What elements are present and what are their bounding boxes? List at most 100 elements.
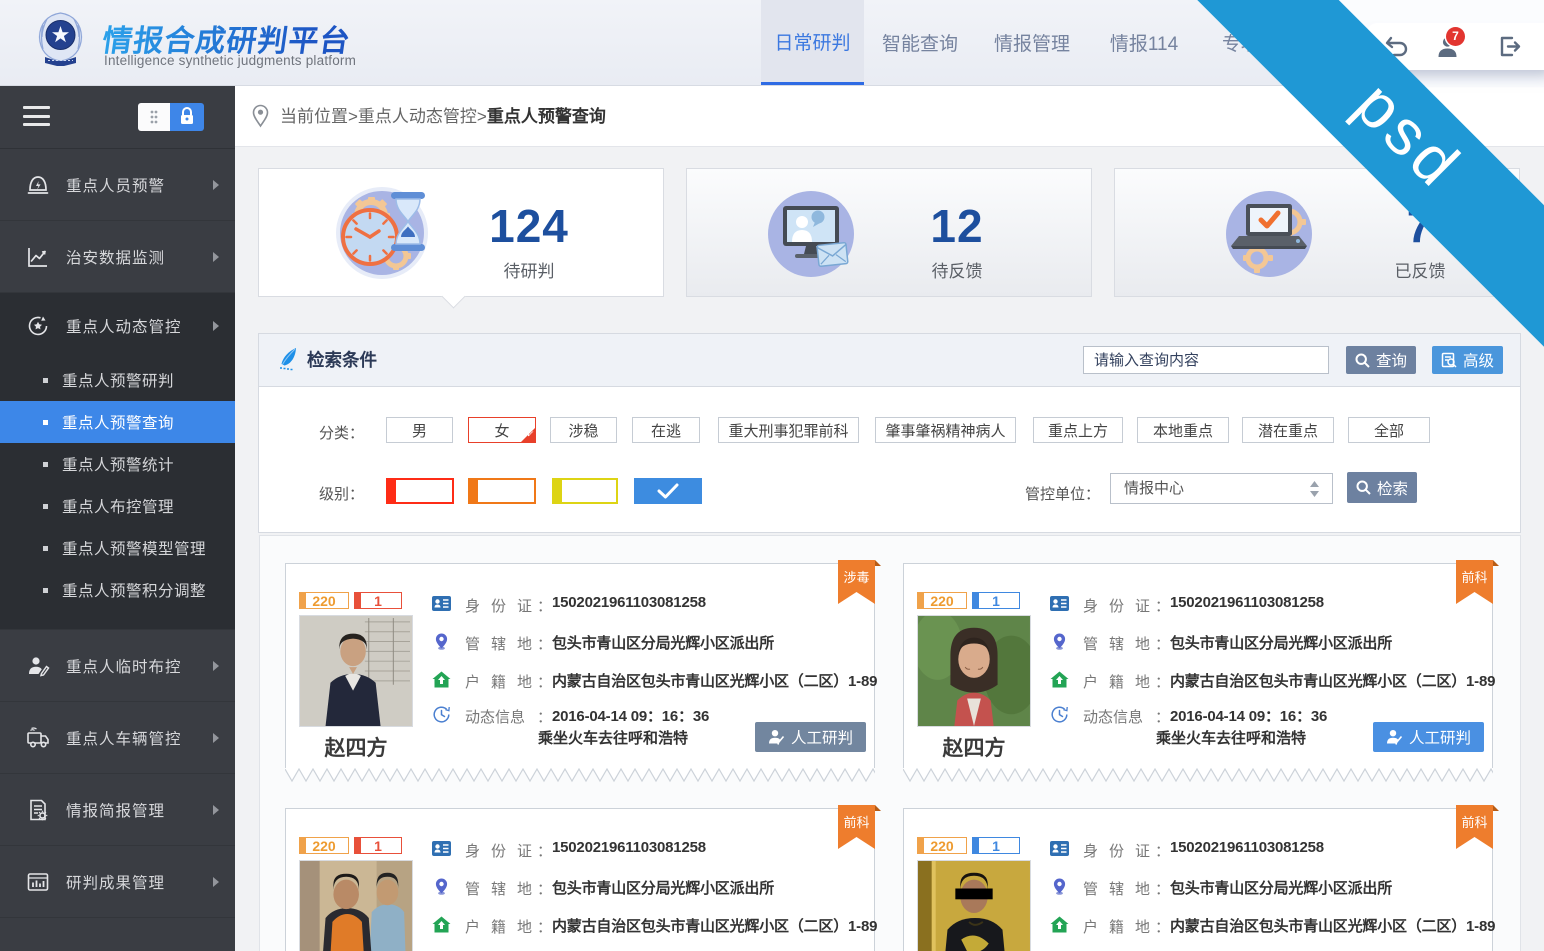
advanced-button[interactable]: 高级 — [1432, 346, 1503, 374]
category-male[interactable]: 男 — [386, 417, 453, 443]
sq — [43, 420, 48, 425]
submenu-item-model-manage[interactable]: 重点人预警模型管理 — [0, 527, 235, 569]
level-yellow[interactable] — [552, 478, 618, 504]
jurisdiction-text: 管辖地 — [1083, 633, 1161, 654]
alarm-icon — [26, 173, 50, 197]
label-text: 重点人车辆管控 — [66, 727, 182, 749]
sidebar-item-vehicle-control[interactable]: 重点人车辆管控 — [0, 702, 235, 774]
unit-select[interactable]: 情报中心 — [1110, 473, 1333, 504]
compass-star-icon — [26, 314, 50, 338]
chevron-right-icon — [213, 321, 219, 331]
ribbon-text: 前科 — [1456, 812, 1493, 831]
stat-card-pending-feedback[interactable]: 12 待反馈 — [686, 168, 1092, 297]
label-text: 男 — [412, 420, 427, 441]
query-button[interactable]: 查询 — [1346, 346, 1416, 374]
submenu-item-warning-judgment[interactable]: 重点人预警研判 — [0, 359, 235, 401]
notification-badge[interactable]: 7 — [1446, 27, 1465, 46]
stat-card-pending-judgment[interactable]: 124 待研判 — [258, 168, 664, 297]
sidebar-item-temp-control[interactable]: 重点人临时布控 — [0, 630, 235, 702]
stat-card-pointer — [441, 284, 465, 308]
dynamic-time-text: 2016-04-14 09：16：36 — [552, 705, 709, 726]
id-text: 身份证 — [465, 840, 543, 861]
label-text: 本地重点 — [1153, 420, 1213, 441]
category-female[interactable]: 女 — [468, 417, 536, 443]
logout-icon[interactable] — [1496, 34, 1521, 59]
manual-judgment-button[interactable]: 人工研判 — [755, 722, 866, 752]
stat-value: 12 — [857, 199, 1057, 253]
submenu-item-control-manage[interactable]: 重点人布控管理 — [0, 485, 235, 527]
id-card-icon — [1050, 595, 1069, 612]
hamburger-menu-icon[interactable] — [23, 106, 50, 128]
category-unstable[interactable]: 涉稳 — [550, 417, 617, 443]
sq — [43, 504, 48, 509]
category-potential-key[interactable]: 潜在重点 — [1242, 417, 1334, 443]
registry-text: 户籍地 — [465, 671, 543, 692]
chevron-right-icon — [213, 252, 219, 262]
sidebar-item-briefing-manage[interactable]: 情报简报管理 — [0, 774, 235, 846]
dynamic-description: 乘坐火车去往呼和浩特 — [538, 727, 688, 748]
nav-tab-intel-114[interactable]: 情报114 — [1088, 0, 1200, 85]
grip-icon — [138, 103, 170, 131]
sidebar-item-dynamic-control[interactable]: 重点人动态管控 — [0, 293, 235, 359]
level-blue[interactable] — [634, 478, 702, 504]
person-photo — [917, 615, 1031, 727]
id-text: 1502021961103081258 — [1170, 839, 1324, 856]
id-card-icon — [432, 595, 451, 612]
nav-tab-smart-query[interactable]: 智能查询 — [864, 0, 976, 85]
label-text: 治安数据监测 — [66, 246, 165, 268]
results-panel: 220 1 赵四方 身份证： 1502021961103081258 — [259, 535, 1521, 951]
label-text: 全部 — [1374, 420, 1404, 441]
label-text: 在逃 — [651, 420, 681, 441]
feather-pen-icon — [278, 347, 300, 371]
nav-tab-intel-manage[interactable]: 情报管理 — [976, 0, 1088, 85]
registry-text: 内蒙古自治区包头市青山区光辉小区（二区）1-89 — [1170, 915, 1495, 936]
colon-text: ： — [1155, 878, 1170, 899]
sidebar-item-results-manage[interactable]: 研判成果管理 — [0, 846, 235, 918]
label-text: 重点人预警积分调整 — [62, 579, 206, 601]
person-edit-icon — [26, 654, 50, 678]
score-badge: 220 — [299, 592, 349, 609]
level-stripe — [554, 480, 562, 502]
sidebar-lock-toggle[interactable] — [138, 103, 204, 131]
level-red[interactable] — [386, 478, 454, 504]
submenu-item-score-adjust[interactable]: 重点人预警积分调整 — [0, 569, 235, 611]
category-all[interactable]: 全部 — [1348, 417, 1430, 443]
map-pin-icon — [1050, 633, 1069, 650]
registry-text: 内蒙古自治区包头市青山区光辉小区（二区）1-89 — [552, 670, 877, 691]
category-mental[interactable]: 肇事肇祸精神病人 — [875, 417, 1016, 443]
category-key-above[interactable]: 重点上方 — [1033, 417, 1123, 443]
level-orange[interactable] — [468, 478, 536, 504]
manual-judgment-button[interactable]: 人工研判 — [1373, 722, 1484, 752]
search-input[interactable] — [1083, 346, 1329, 374]
label-text: 重点人预警统计 — [62, 453, 174, 475]
submenu-item-warning-stats[interactable]: 重点人预警统计 — [0, 443, 235, 485]
count-badge: 1 — [972, 837, 1020, 854]
location-pin-icon — [252, 104, 269, 128]
category-local-key[interactable]: 本地重点 — [1137, 417, 1229, 443]
span — [23, 106, 50, 109]
search-button[interactable]: 检索 — [1347, 472, 1417, 503]
submenu-item-warning-query[interactable]: 重点人预警查询 — [0, 401, 235, 443]
category-fugitive[interactable]: 在逃 — [632, 417, 700, 443]
colon-text: ： — [1155, 633, 1170, 654]
category-major-crime[interactable]: 重大刑事犯罪前科 — [718, 417, 859, 443]
stripe — [973, 593, 979, 608]
map-pin-icon — [432, 878, 451, 895]
sidebar-item-personnel-warning[interactable]: 重点人员预警 — [0, 149, 235, 221]
registry-text: 户籍地 — [465, 916, 543, 937]
span — [23, 123, 50, 126]
chevron-right-icon — [213, 877, 219, 887]
badge2-text: 1 — [374, 593, 382, 609]
colon-text: ： — [537, 671, 552, 692]
monitor-mail-icon — [761, 184, 861, 284]
id-text: 身份证 — [1083, 595, 1161, 616]
clock-hourglass-icon — [333, 184, 433, 284]
ribbon-text: 前科 — [1456, 567, 1493, 586]
sidebar-item-security-data[interactable]: 治安数据监测 — [0, 221, 235, 293]
prefix-text: 当前位置>重点人动态管控> — [280, 107, 487, 126]
jurisdiction-text: 包头市青山区分局光辉小区派出所 — [1170, 877, 1392, 898]
advanced-button-text: 高级 — [1463, 349, 1494, 371]
nav-tab-daily[interactable]: 日常研判 — [761, 0, 864, 85]
count-badge: 1 — [972, 592, 1020, 609]
ribbon-text: 前科 — [838, 812, 875, 831]
